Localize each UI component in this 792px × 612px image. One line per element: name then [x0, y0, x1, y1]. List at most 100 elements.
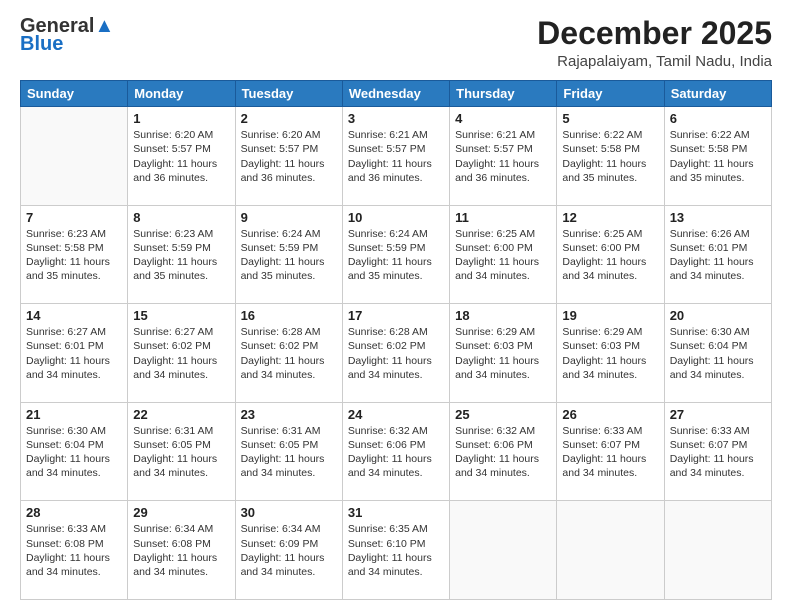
calendar-cell: 23 Sunrise: 6:31 AM Sunset: 6:05 PM Dayli… [235, 402, 342, 501]
calendar-cell: 20 Sunrise: 6:30 AM Sunset: 6:04 PM Dayli… [664, 304, 771, 403]
calendar-cell: 2 Sunrise: 6:20 AM Sunset: 5:57 PM Daylig… [235, 107, 342, 206]
day-info: Sunrise: 6:33 AM Sunset: 6:07 PM Dayligh… [670, 424, 766, 481]
calendar-cell: 14 Sunrise: 6:27 AM Sunset: 6:01 PM Dayli… [21, 304, 128, 403]
day-info: Sunrise: 6:33 AM Sunset: 6:08 PM Dayligh… [26, 522, 122, 579]
calendar-day-header: Sunday [21, 81, 128, 107]
calendar-cell: 24 Sunrise: 6:32 AM Sunset: 6:06 PM Dayli… [342, 402, 449, 501]
day-info: Sunrise: 6:21 AM Sunset: 5:57 PM Dayligh… [455, 128, 551, 185]
day-info: Sunrise: 6:30 AM Sunset: 6:04 PM Dayligh… [670, 325, 766, 382]
day-info: Sunrise: 6:22 AM Sunset: 5:58 PM Dayligh… [670, 128, 766, 185]
title-block: December 2025 Rajapalaiyam, Tamil Nadu, … [537, 16, 772, 70]
calendar-cell: 10 Sunrise: 6:24 AM Sunset: 5:59 PM Dayli… [342, 205, 449, 304]
logo: General▲ Blue [20, 16, 114, 54]
calendar-cell: 22 Sunrise: 6:31 AM Sunset: 6:05 PM Dayli… [128, 402, 235, 501]
calendar-week-row: 7 Sunrise: 6:23 AM Sunset: 5:58 PM Daylig… [21, 205, 772, 304]
day-number: 2 [241, 111, 337, 126]
calendar-day-header: Tuesday [235, 81, 342, 107]
calendar-week-row: 21Sunrise: 6:30 AM Sunset: 6:04 PM Dayli… [21, 402, 772, 501]
calendar-cell: 25 Sunrise: 6:32 AM Sunset: 6:06 PM Dayli… [450, 402, 557, 501]
calendar-cell [450, 501, 557, 600]
calendar-week-row: 28 Sunrise: 6:33 AM Sunset: 6:08 PM Dayli… [21, 501, 772, 600]
day-number: 5 [562, 111, 658, 126]
day-number: 6 [670, 111, 766, 126]
day-info: Sunrise: 6:29 AM Sunset: 6:03 PM Dayligh… [455, 325, 551, 382]
calendar-week-row: 1Sunrise: 6:20 AM Sunset: 5:57 PM Daylig… [21, 107, 772, 206]
day-number: 16 [241, 308, 337, 323]
calendar-cell: 17Sunrise: 6:28 AM Sunset: 6:02 PM Dayli… [342, 304, 449, 403]
day-info: Sunrise: 6:21 AM Sunset: 5:57 PM Dayligh… [348, 128, 444, 185]
calendar-cell: 4 Sunrise: 6:21 AM Sunset: 5:57 PM Daylig… [450, 107, 557, 206]
calendar-cell: 31Sunrise: 6:35 AM Sunset: 6:10 PM Dayli… [342, 501, 449, 600]
calendar-cell [21, 107, 128, 206]
calendar-cell: 9 Sunrise: 6:24 AM Sunset: 5:59 PM Daylig… [235, 205, 342, 304]
day-number: 27 [670, 407, 766, 422]
day-info: Sunrise: 6:34 AM Sunset: 6:09 PM Dayligh… [241, 522, 337, 579]
day-number: 25 [455, 407, 551, 422]
day-info: Sunrise: 6:23 AM Sunset: 5:59 PM Dayligh… [133, 227, 229, 284]
day-number: 15 [133, 308, 229, 323]
day-number: 17 [348, 308, 444, 323]
logo-blue-text: Blue [20, 34, 63, 54]
day-number: 24 [348, 407, 444, 422]
subtitle: Rajapalaiyam, Tamil Nadu, India [537, 53, 772, 70]
day-info: Sunrise: 6:27 AM Sunset: 6:01 PM Dayligh… [26, 325, 122, 382]
day-number: 23 [241, 407, 337, 422]
day-number: 19 [562, 308, 658, 323]
calendar-cell: 1Sunrise: 6:20 AM Sunset: 5:57 PM Daylig… [128, 107, 235, 206]
day-number: 30 [241, 505, 337, 520]
day-number: 11 [455, 210, 551, 225]
day-number: 29 [133, 505, 229, 520]
calendar-cell: 6 Sunrise: 6:22 AM Sunset: 5:58 PM Daylig… [664, 107, 771, 206]
day-info: Sunrise: 6:26 AM Sunset: 6:01 PM Dayligh… [670, 227, 766, 284]
day-info: Sunrise: 6:24 AM Sunset: 5:59 PM Dayligh… [241, 227, 337, 284]
day-info: Sunrise: 6:33 AM Sunset: 6:07 PM Dayligh… [562, 424, 658, 481]
calendar-header-row: SundayMondayTuesdayWednesdayThursdayFrid… [21, 81, 772, 107]
day-info: Sunrise: 6:24 AM Sunset: 5:59 PM Dayligh… [348, 227, 444, 284]
day-info: Sunrise: 6:20 AM Sunset: 5:57 PM Dayligh… [133, 128, 229, 185]
day-info: Sunrise: 6:22 AM Sunset: 5:58 PM Dayligh… [562, 128, 658, 185]
calendar-cell: 13Sunrise: 6:26 AM Sunset: 6:01 PM Dayli… [664, 205, 771, 304]
calendar-cell: 8 Sunrise: 6:23 AM Sunset: 5:59 PM Daylig… [128, 205, 235, 304]
calendar-cell: 5 Sunrise: 6:22 AM Sunset: 5:58 PM Daylig… [557, 107, 664, 206]
calendar-cell: 16 Sunrise: 6:28 AM Sunset: 6:02 PM Dayli… [235, 304, 342, 403]
day-number: 7 [26, 210, 122, 225]
calendar-day-header: Friday [557, 81, 664, 107]
day-info: Sunrise: 6:32 AM Sunset: 6:06 PM Dayligh… [455, 424, 551, 481]
day-info: Sunrise: 6:27 AM Sunset: 6:02 PM Dayligh… [133, 325, 229, 382]
day-info: Sunrise: 6:23 AM Sunset: 5:58 PM Dayligh… [26, 227, 122, 284]
day-number: 18 [455, 308, 551, 323]
day-info: Sunrise: 6:25 AM Sunset: 6:00 PM Dayligh… [455, 227, 551, 284]
calendar-cell: 19 Sunrise: 6:29 AM Sunset: 6:03 PM Dayli… [557, 304, 664, 403]
day-info: Sunrise: 6:20 AM Sunset: 5:57 PM Dayligh… [241, 128, 337, 185]
day-number: 22 [133, 407, 229, 422]
day-info: Sunrise: 6:29 AM Sunset: 6:03 PM Dayligh… [562, 325, 658, 382]
day-info: Sunrise: 6:31 AM Sunset: 6:05 PM Dayligh… [133, 424, 229, 481]
calendar-day-header: Thursday [450, 81, 557, 107]
calendar-cell: 28 Sunrise: 6:33 AM Sunset: 6:08 PM Dayli… [21, 501, 128, 600]
calendar-day-header: Saturday [664, 81, 771, 107]
day-number: 9 [241, 210, 337, 225]
calendar-table: SundayMondayTuesdayWednesdayThursdayFrid… [20, 80, 772, 600]
header: General▲ Blue December 2025 Rajapalaiyam… [20, 16, 772, 70]
calendar-day-header: Wednesday [342, 81, 449, 107]
day-number: 31 [348, 505, 444, 520]
day-number: 4 [455, 111, 551, 126]
calendar-week-row: 14 Sunrise: 6:27 AM Sunset: 6:01 PM Dayli… [21, 304, 772, 403]
calendar-cell: 12Sunrise: 6:25 AM Sunset: 6:00 PM Dayli… [557, 205, 664, 304]
day-info: Sunrise: 6:28 AM Sunset: 6:02 PM Dayligh… [241, 325, 337, 382]
day-number: 26 [562, 407, 658, 422]
day-info: Sunrise: 6:25 AM Sunset: 6:00 PM Dayligh… [562, 227, 658, 284]
calendar-cell: 18 Sunrise: 6:29 AM Sunset: 6:03 PM Dayli… [450, 304, 557, 403]
calendar-cell: 29Sunrise: 6:34 AM Sunset: 6:08 PM Dayli… [128, 501, 235, 600]
day-number: 21 [26, 407, 122, 422]
calendar-cell: 11 Sunrise: 6:25 AM Sunset: 6:00 PM Dayli… [450, 205, 557, 304]
day-number: 28 [26, 505, 122, 520]
day-number: 14 [26, 308, 122, 323]
day-number: 10 [348, 210, 444, 225]
calendar-cell [557, 501, 664, 600]
day-info: Sunrise: 6:32 AM Sunset: 6:06 PM Dayligh… [348, 424, 444, 481]
calendar-cell: 21Sunrise: 6:30 AM Sunset: 6:04 PM Dayli… [21, 402, 128, 501]
day-number: 8 [133, 210, 229, 225]
day-number: 20 [670, 308, 766, 323]
day-info: Sunrise: 6:31 AM Sunset: 6:05 PM Dayligh… [241, 424, 337, 481]
